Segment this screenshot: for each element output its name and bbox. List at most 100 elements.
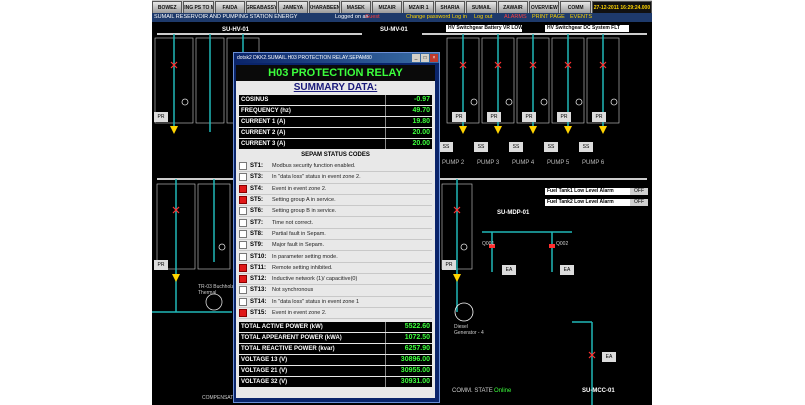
sepam-status-row: ST4: Event in event zone 2.	[239, 184, 432, 195]
maximize-icon[interactable]: □	[421, 54, 429, 62]
status-code: ST3:	[250, 174, 264, 181]
pump-label-3: PUMP 3	[477, 160, 500, 166]
transformer-label: TR-03 Buchholz Thermal	[198, 284, 234, 296]
status-code: ST10:	[250, 253, 267, 260]
power-value: 6257.90	[385, 344, 432, 355]
sepam-status-row: ST5: Setting group A in service.	[239, 195, 432, 207]
relay-title: H03 PROTECTION RELAY	[236, 65, 435, 81]
alarms-link[interactable]: ALARMS	[504, 14, 527, 20]
ea-button-q001[interactable]: EA	[502, 265, 516, 275]
status-text: Event in event zone 2.	[272, 310, 327, 316]
bus-label-mv01: SU-MV-01	[380, 27, 408, 33]
pump-label-6: PUMP 6	[582, 160, 605, 166]
pr-button-mv[interactable]: PR	[154, 260, 168, 270]
comm-state-label: COMM. STATE	[452, 388, 493, 394]
station-nav-bar: BOWEZ EXISTING PS TO MALTA FAIDA GREABAS…	[152, 0, 652, 14]
sepam-status-row: ST14: In "data loss" status in event zone…	[239, 297, 432, 308]
summary-label: CURRENT 3 (A)	[239, 139, 385, 149]
status-text: Time not correct.	[272, 219, 314, 226]
pump-label-5: PUMP 5	[547, 160, 570, 166]
status-code: ST8:	[250, 230, 264, 237]
log-out-link[interactable]: Log out	[474, 14, 492, 20]
power-label: VOLTAGE 32 (V)	[239, 377, 385, 388]
status-text: In "data loss" status in event zone 2.	[272, 174, 361, 181]
summary-label: CURRENT 1 (A)	[239, 117, 385, 127]
power-label: TOTAL REACTIVE POWER (kvar)	[239, 344, 385, 355]
pr-button-pump4[interactable]: PR	[522, 112, 536, 122]
status-text: In parameter setting mode.	[272, 253, 338, 260]
status-indicator	[239, 184, 247, 193]
power-value: 30955.00	[385, 366, 432, 377]
indicator-hv-battery-vr-low: HV Switchgear Battery VR LOW	[446, 25, 524, 32]
ss-button-pump5[interactable]: SS	[544, 142, 558, 152]
ea-button-q002[interactable]: EA	[560, 265, 574, 275]
close-icon[interactable]: ×	[430, 54, 438, 62]
status-text: Remote setting inhibited.	[272, 264, 333, 271]
sepam-status-row: ST10: In parameter setting mode.	[239, 251, 432, 263]
ss-button-pump3[interactable]: SS	[474, 142, 488, 152]
power-row: VOLTAGE 32 (V) 30931.00	[239, 377, 432, 388]
minimize-icon[interactable]: _	[412, 54, 420, 62]
summary-value: 20.00	[385, 128, 432, 138]
indicator-fuel-tank1-low: Fuel Tank1 Low Level Alarm	[545, 188, 631, 195]
status-code: ST5:	[250, 197, 264, 204]
status-text: Major fault in Sepam.	[272, 242, 324, 249]
status-indicator	[239, 218, 247, 227]
events-link[interactable]: EVENTS	[570, 14, 592, 20]
logged-on-label: Logged on as	[335, 14, 369, 20]
q002-label: Q002	[556, 241, 569, 247]
summary-row: CURRENT 1 (A) 19.80	[239, 117, 432, 127]
comm-state-value: Online	[494, 388, 512, 394]
ss-button-pump6[interactable]: SS	[579, 142, 593, 152]
status-indicator	[239, 241, 247, 250]
power-row: TOTAL REACTIVE POWER (kvar) 6257.90	[239, 344, 432, 355]
power-row: TOTAL ACTIVE POWER (kW) 5522.60	[239, 322, 432, 333]
pr-button-pump2[interactable]: PR	[452, 112, 466, 122]
power-value: 30896.00	[385, 355, 432, 366]
status-text: Event in event zone 2.	[272, 185, 327, 192]
status-code: ST4:	[250, 185, 264, 192]
ss-button-pump4[interactable]: SS	[509, 142, 523, 152]
status-indicator	[239, 207, 247, 216]
pump-label-4: PUMP 4	[512, 160, 535, 166]
change-password-link[interactable]: Change password	[406, 14, 450, 20]
status-code: ST9:	[250, 242, 264, 249]
status-text: Setting group B in service.	[272, 208, 337, 215]
status-indicator	[239, 297, 247, 306]
fuel-tank1-off-button[interactable]: OFF	[630, 188, 648, 195]
window-titlebar[interactable]: dotsk2 DKK2.SUMAIL.H03 PROTECTION RELAY.…	[234, 53, 439, 63]
sepam-status-row: ST15: Event in event zone 2.	[239, 308, 432, 320]
status-indicator	[239, 196, 247, 205]
status-indicator	[239, 286, 247, 295]
pr-button-pump3[interactable]: PR	[487, 112, 501, 122]
sepam-status-row: ST11: Remote setting inhibited.	[239, 263, 432, 274]
status-code: ST1:	[250, 163, 264, 170]
sepam-status-list: ST1: Modbus security function enabled. ST3…	[236, 161, 435, 320]
summary-row: CURRENT 2 (A) 20.00	[239, 128, 432, 138]
pr-button-hv01[interactable]: PR	[154, 112, 168, 122]
sepam-status-row: ST8: Partial fault in Sepam.	[239, 229, 432, 241]
sepam-status-row: ST7: Time not correct.	[239, 217, 432, 229]
window-controls: _ □ ×	[412, 54, 438, 62]
summary-row: COSINUS -0.97	[239, 95, 432, 105]
summary-value: 20.00	[385, 139, 432, 149]
status-code: ST11:	[250, 264, 267, 271]
status-indicator	[239, 309, 247, 317]
power-row: VOLTAGE 21 (V) 30955.00	[239, 366, 432, 377]
fuel-tank2-off-button[interactable]: OFF	[630, 199, 648, 206]
summary-label: FREQUENCY (hz)	[239, 106, 385, 116]
pr-button-pump5[interactable]: PR	[557, 112, 571, 122]
ss-button-pump2[interactable]: SS	[439, 142, 453, 152]
protection-relay-window[interactable]: dotsk2 DKK2.SUMAIL.H03 PROTECTION RELAY.…	[233, 52, 440, 403]
pr-button-mdp[interactable]: PR	[442, 260, 456, 270]
sepam-status-row: ST3: In "data loss" status in event zone …	[239, 172, 432, 184]
log-in-link[interactable]: Log in	[452, 14, 467, 20]
status-indicator	[239, 252, 247, 261]
window-title: dotsk2 DKK2.SUMAIL.H03 PROTECTION RELAY.…	[237, 55, 372, 61]
pr-button-pump6[interactable]: PR	[592, 112, 606, 122]
status-text: In "data loss" status in event zone 1	[272, 298, 360, 305]
summary-row: FREQUENCY (hz) 49.70	[239, 106, 432, 116]
ea-button-mcc[interactable]: EA	[602, 352, 616, 362]
print-page-link[interactable]: PRINT PAGE	[532, 14, 565, 20]
status-text: Setting group A in service.	[272, 197, 336, 204]
